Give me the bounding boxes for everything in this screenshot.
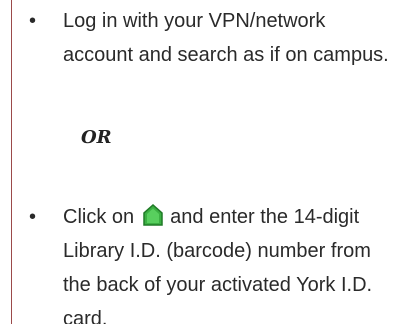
click-on-text: Click on <box>63 206 135 228</box>
vpn-login-text: Log in with your VPN/network account and… <box>63 10 389 66</box>
list-item-vpn-login: • Log in with your VPN/network account a… <box>0 4 405 106</box>
barcode-login-text: Click on and enter the 14-digit Library I… <box>63 200 393 324</box>
home-icon[interactable] <box>142 204 164 226</box>
or-separator: OR <box>81 127 112 148</box>
bullet: • <box>29 10 37 32</box>
list-item-barcode-login: • Click on and enter the 14-digit Library… <box>0 200 405 324</box>
bullet: • <box>29 206 37 228</box>
instructions-page: • Log in with your VPN/network account a… <box>0 0 405 324</box>
